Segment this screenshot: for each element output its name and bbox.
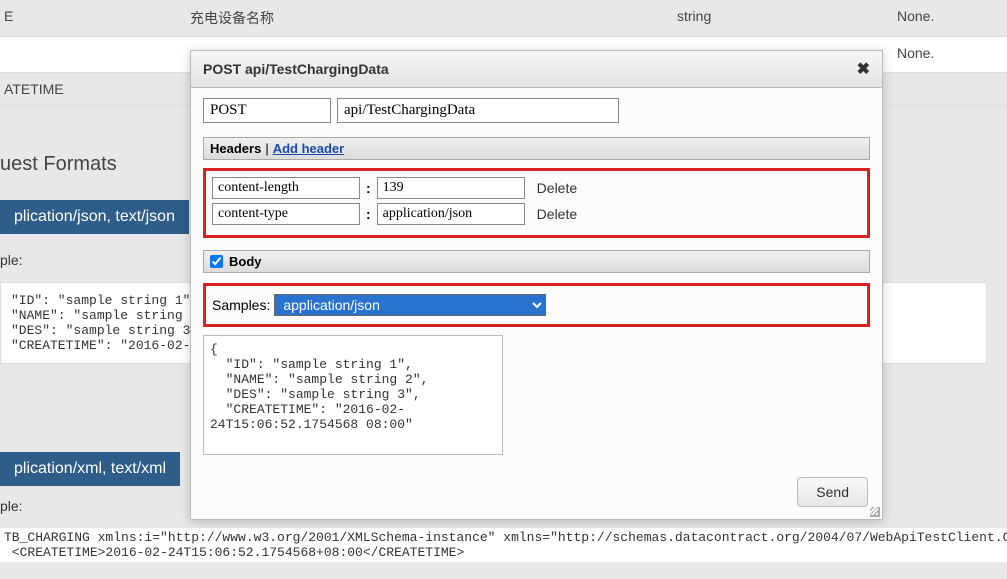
dialog-title: POST api/TestChargingData	[203, 61, 389, 77]
cell: ATETIME	[0, 81, 190, 97]
body-label: Body	[229, 254, 262, 269]
header-name-input[interactable]	[212, 203, 360, 225]
sample-label: ple:	[0, 498, 23, 514]
api-url-input[interactable]	[337, 98, 619, 123]
http-method-input[interactable]	[203, 98, 331, 123]
headers-label: Headers	[210, 141, 261, 156]
sample-label: ple:	[0, 252, 23, 268]
tab-xml[interactable]: plication/xml, text/xml	[0, 452, 180, 486]
add-header-link[interactable]: Add header	[273, 141, 345, 156]
pipe-sep: |	[265, 141, 268, 156]
colon: :	[366, 180, 371, 196]
dialog-body: Headers | Add header : Delete : Delete B…	[191, 88, 882, 468]
body-section-bar: Body	[203, 250, 870, 273]
close-icon[interactable]: ✖	[857, 59, 870, 79]
samples-label: Samples:	[212, 297, 270, 313]
tab-json[interactable]: plication/json, text/json	[0, 200, 189, 234]
header-value-input[interactable]	[377, 177, 525, 199]
send-button[interactable]: Send	[797, 477, 868, 507]
request-body-textarea[interactable]	[203, 335, 503, 455]
header-value-input[interactable]	[377, 203, 525, 225]
api-test-dialog: POST api/TestChargingData ✖ Headers | Ad…	[190, 50, 883, 520]
cell: E	[0, 8, 190, 28]
body-checkbox[interactable]	[210, 255, 223, 268]
xml-sample-code: TB_CHARGING xmlns:i="http://www.w3.org/2…	[0, 528, 1007, 562]
delete-header-link[interactable]: Delete	[537, 206, 577, 222]
cell: None.	[897, 45, 1007, 64]
resize-grip-icon[interactable]	[866, 503, 880, 517]
header-name-input[interactable]	[212, 177, 360, 199]
method-url-row	[203, 98, 870, 123]
header-row: : Delete	[212, 203, 861, 225]
table-row: E 充电设备名称 string None.	[0, 0, 1007, 37]
samples-highlight-box: Samples: application/json	[203, 283, 870, 327]
body-textarea-wrap	[203, 335, 870, 458]
colon: :	[366, 206, 371, 222]
headers-highlight-box: : Delete : Delete	[203, 168, 870, 238]
samples-select[interactable]: application/json	[274, 294, 546, 316]
headers-section-bar: Headers | Add header	[203, 137, 870, 160]
header-row: : Delete	[212, 177, 861, 199]
cell: string	[677, 8, 897, 28]
cell: None.	[897, 8, 1007, 28]
request-formats-heading: uest Formats	[0, 153, 117, 176]
cell: 充电设备名称	[190, 8, 677, 28]
delete-header-link[interactable]: Delete	[537, 180, 577, 196]
dialog-titlebar[interactable]: POST api/TestChargingData ✖	[191, 51, 882, 88]
